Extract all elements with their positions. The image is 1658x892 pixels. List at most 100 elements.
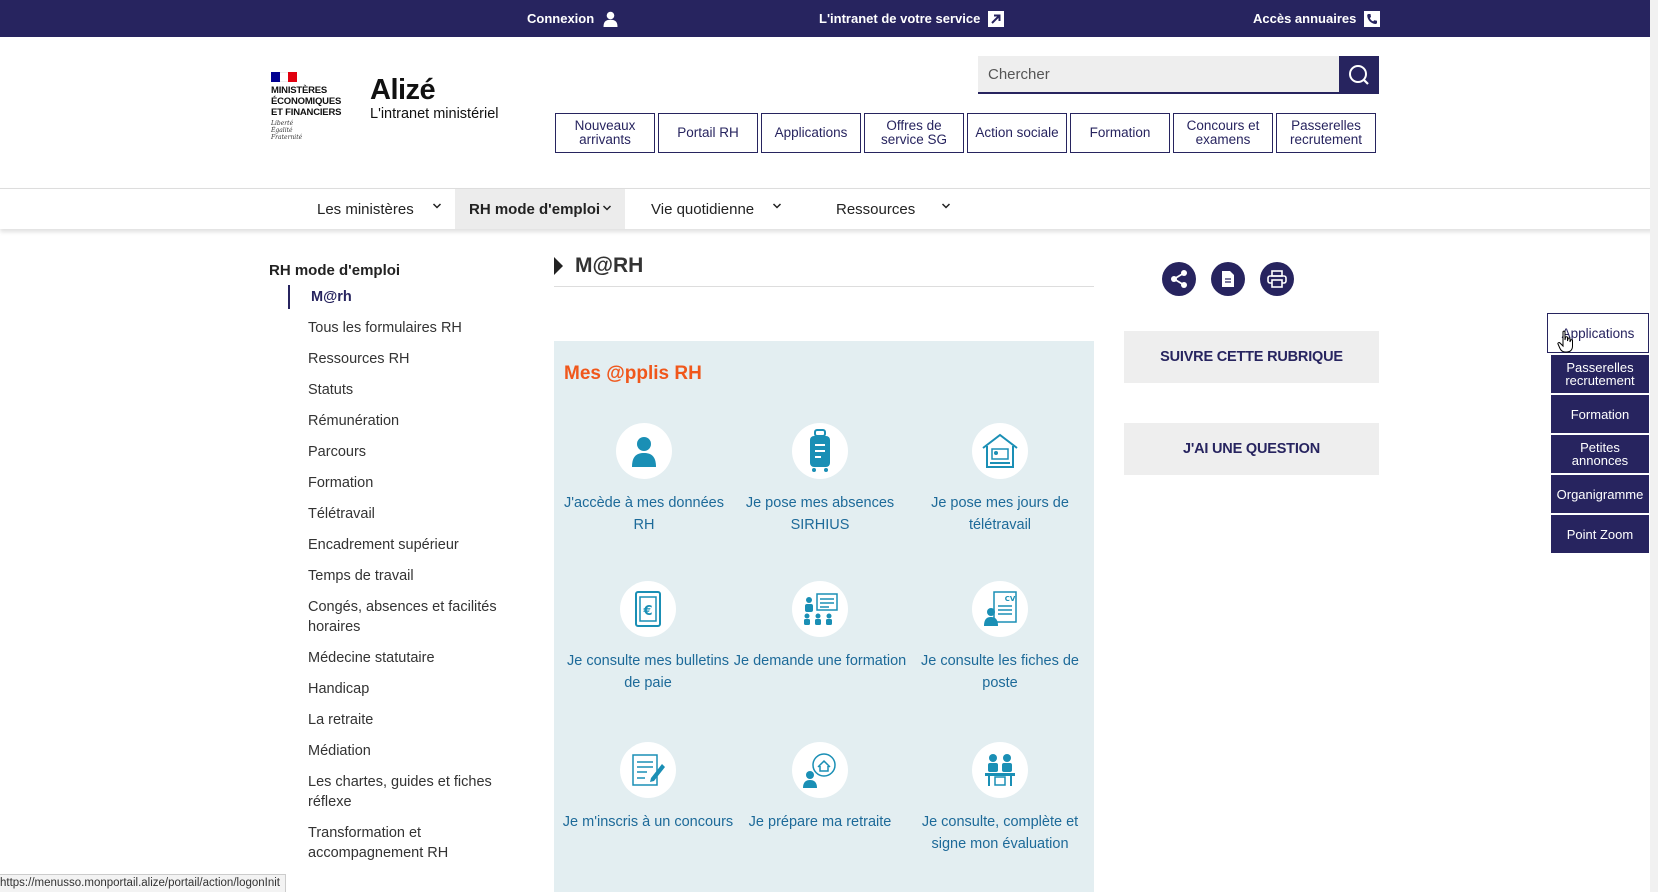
app-label: Je pose mes absences SIRHIUS — [745, 495, 895, 533]
page-title-bar: M@RH — [554, 255, 1094, 287]
annuaires-label: Accès annuaires — [1253, 11, 1357, 26]
annuaires-link[interactable]: Accès annuaires — [1253, 0, 1381, 37]
sidebar-item-encadrement[interactable]: Encadrement supérieur — [269, 535, 529, 555]
svg-text:€: € — [642, 604, 652, 619]
sidebar-item-mediation[interactable]: Médiation — [269, 741, 529, 761]
chevron-down-icon — [772, 203, 782, 209]
nav-item-rh-mode-emploi[interactable]: RH mode d'emploi — [455, 189, 625, 229]
search-button[interactable] — [1339, 56, 1379, 94]
search-input[interactable] — [978, 56, 1339, 94]
float-item-passerelles[interactable]: Passerelles recrutement — [1551, 355, 1649, 393]
sidebar-item-temps-travail[interactable]: Temps de travail — [269, 566, 529, 586]
follow-section-button[interactable]: SUIVRE CETTE RUBRIQUE — [1124, 331, 1379, 383]
quicklink-nouveaux-arrivants[interactable]: Nouveaux arrivants — [555, 113, 655, 153]
french-flag-icon — [271, 72, 298, 82]
nav-item-vie-quotidienne[interactable]: Vie quotidienne — [651, 189, 781, 229]
sidebar-item-medecine[interactable]: Médecine statutaire — [269, 648, 529, 668]
brand-subtitle: L'intranet ministériel — [370, 106, 499, 122]
sidebar-item-remuneration[interactable]: Rémunération — [269, 411, 529, 431]
form-pen-icon — [620, 742, 676, 798]
quicklink-portail-rh[interactable]: Portail RH — [658, 113, 758, 153]
suitcase-icon — [792, 423, 848, 479]
caret-right-icon — [554, 257, 563, 275]
ask-question-button[interactable]: J'AI UNE QUESTION — [1124, 423, 1379, 475]
sidebar-item-formation[interactable]: Formation — [269, 473, 529, 493]
float-item-organigramme[interactable]: Organigramme — [1551, 475, 1649, 513]
home-office-icon — [972, 423, 1028, 479]
print-button[interactable] — [1260, 262, 1294, 296]
app-label: Je consulte les fiches de poste — [921, 653, 1079, 691]
float-item-formation[interactable]: Formation — [1551, 395, 1649, 433]
app-inscription-concours[interactable]: Je m'inscris à un concours — [558, 742, 738, 833]
share-button[interactable] — [1162, 262, 1196, 296]
user-icon — [602, 11, 618, 27]
app-bulletins-paie[interactable]: € Je consulte mes bulletins de paie — [558, 581, 738, 694]
vertical-scrollbar[interactable] — [1650, 0, 1658, 892]
hand-cursor-icon — [1557, 330, 1573, 353]
meeting-icon — [972, 742, 1028, 798]
ministry-name: MINISTÈRES ÉCONOMIQUES ET FINANCIERS — [271, 85, 342, 118]
page-title: M@RH — [575, 254, 644, 277]
quicklink-applications[interactable]: Applications — [761, 113, 861, 153]
chevron-down-icon — [941, 203, 951, 209]
float-item-point-zoom[interactable]: Point Zoom — [1551, 515, 1649, 553]
chevron-down-icon — [603, 205, 612, 211]
sidebar-item-conges[interactable]: Congés, absences et facilités horaires — [269, 597, 529, 637]
nav-item-ressources[interactable]: Ressources — [836, 189, 956, 229]
site-brand[interactable]: Alizé L'intranet ministériel — [370, 74, 499, 123]
app-label: Je pose mes jours de télétravail — [931, 495, 1069, 533]
app-absences-sirhius[interactable]: Je pose mes absences SIRHIUS — [730, 423, 910, 536]
app-label: Je consulte mes bulletins de paie — [567, 653, 729, 691]
browser-status-bar: https://menusso.monportail.alize/portail… — [0, 874, 286, 892]
quicklink-action-sociale[interactable]: Action sociale — [967, 113, 1067, 153]
sidebar-item-parcours[interactable]: Parcours — [269, 442, 529, 462]
app-donnees-rh[interactable]: J'accède à mes données RH — [554, 423, 734, 536]
quicklink-offres-de-service[interactable]: Offres de service SG — [864, 113, 964, 153]
app-demande-formation[interactable]: Je demande une formation — [730, 581, 910, 672]
app-fiches-poste[interactable]: CV Je consulte les fiches de poste — [910, 581, 1090, 694]
nav-item-ministeres[interactable]: Les ministères — [317, 189, 445, 229]
user-icon — [616, 423, 672, 479]
sidebar-item-retraite[interactable]: La retraite — [269, 710, 529, 730]
top-bar: Connexion L'intranet de votre service Ac… — [0, 0, 1658, 37]
intranet-service-link[interactable]: L'intranet de votre service — [819, 0, 1005, 37]
sidebar: RH mode d'emploi M@rh Tous les formulair… — [269, 262, 529, 874]
sidebar-item-transformation[interactable]: Transformation et accompagnement RH — [269, 823, 529, 863]
svg-text:CV: CV — [1005, 595, 1016, 603]
sidebar-item-chartes[interactable]: Les chartes, guides et fiches réflexe — [269, 772, 529, 812]
quicklink-passerelles[interactable]: Passerelles recrutement — [1276, 113, 1376, 153]
ministry-logo[interactable]: MINISTÈRES ÉCONOMIQUES ET FINANCIERS Lib… — [271, 72, 361, 142]
quicklink-formation[interactable]: Formation — [1070, 113, 1170, 153]
sidebar-item-marh[interactable]: M@rh — [269, 285, 529, 309]
app-label: Je m'inscris à un concours — [562, 814, 734, 830]
apps-panel-title: Mes @pplis RH — [564, 363, 702, 384]
sidebar-item-formulaires[interactable]: Tous les formulaires RH — [269, 318, 529, 338]
app-teletravail[interactable]: Je pose mes jours de télétravail — [910, 423, 1090, 536]
search-bar — [978, 56, 1379, 94]
phone-icon — [1364, 10, 1381, 27]
intranet-service-label: L'intranet de votre service — [819, 11, 981, 26]
app-evaluation[interactable]: Je consulte, complète et signe mon évalu… — [910, 742, 1090, 855]
share-icon — [1171, 270, 1187, 288]
sidebar-item-handicap[interactable]: Handicap — [269, 679, 529, 699]
sidebar-item-statuts[interactable]: Statuts — [269, 380, 529, 400]
float-item-petites-annonces[interactable]: Petites annonces — [1551, 435, 1649, 473]
app-label: Je demande une formation — [733, 653, 907, 669]
float-item-label: Passerelles recrutement — [1565, 360, 1635, 388]
app-label: J'accède à mes données RH — [564, 495, 724, 533]
app-retraite[interactable]: Je prépare ma retraite — [730, 742, 910, 833]
retirement-icon — [792, 742, 848, 798]
main-nav: Les ministères RH mode d'emploi Vie quot… — [0, 188, 1658, 229]
sidebar-item-ressources-rh[interactable]: Ressources RH — [269, 349, 529, 369]
sidebar-item-teletravail[interactable]: Télétravail — [269, 504, 529, 524]
external-link-icon — [988, 10, 1005, 27]
chevron-down-icon — [432, 203, 442, 209]
quicklinks: Nouveaux arrivants Portail RH Applicatio… — [555, 113, 1376, 153]
quicklink-concours[interactable]: Concours et examens — [1173, 113, 1273, 153]
nav-label: Les ministères — [317, 200, 414, 218]
sidebar-title[interactable]: RH mode d'emploi — [269, 262, 529, 279]
connexion-label: Connexion — [527, 11, 595, 26]
pdf-button[interactable] — [1211, 262, 1245, 296]
connexion-link[interactable]: Connexion — [527, 0, 618, 37]
nav-label: Ressources — [836, 200, 916, 218]
